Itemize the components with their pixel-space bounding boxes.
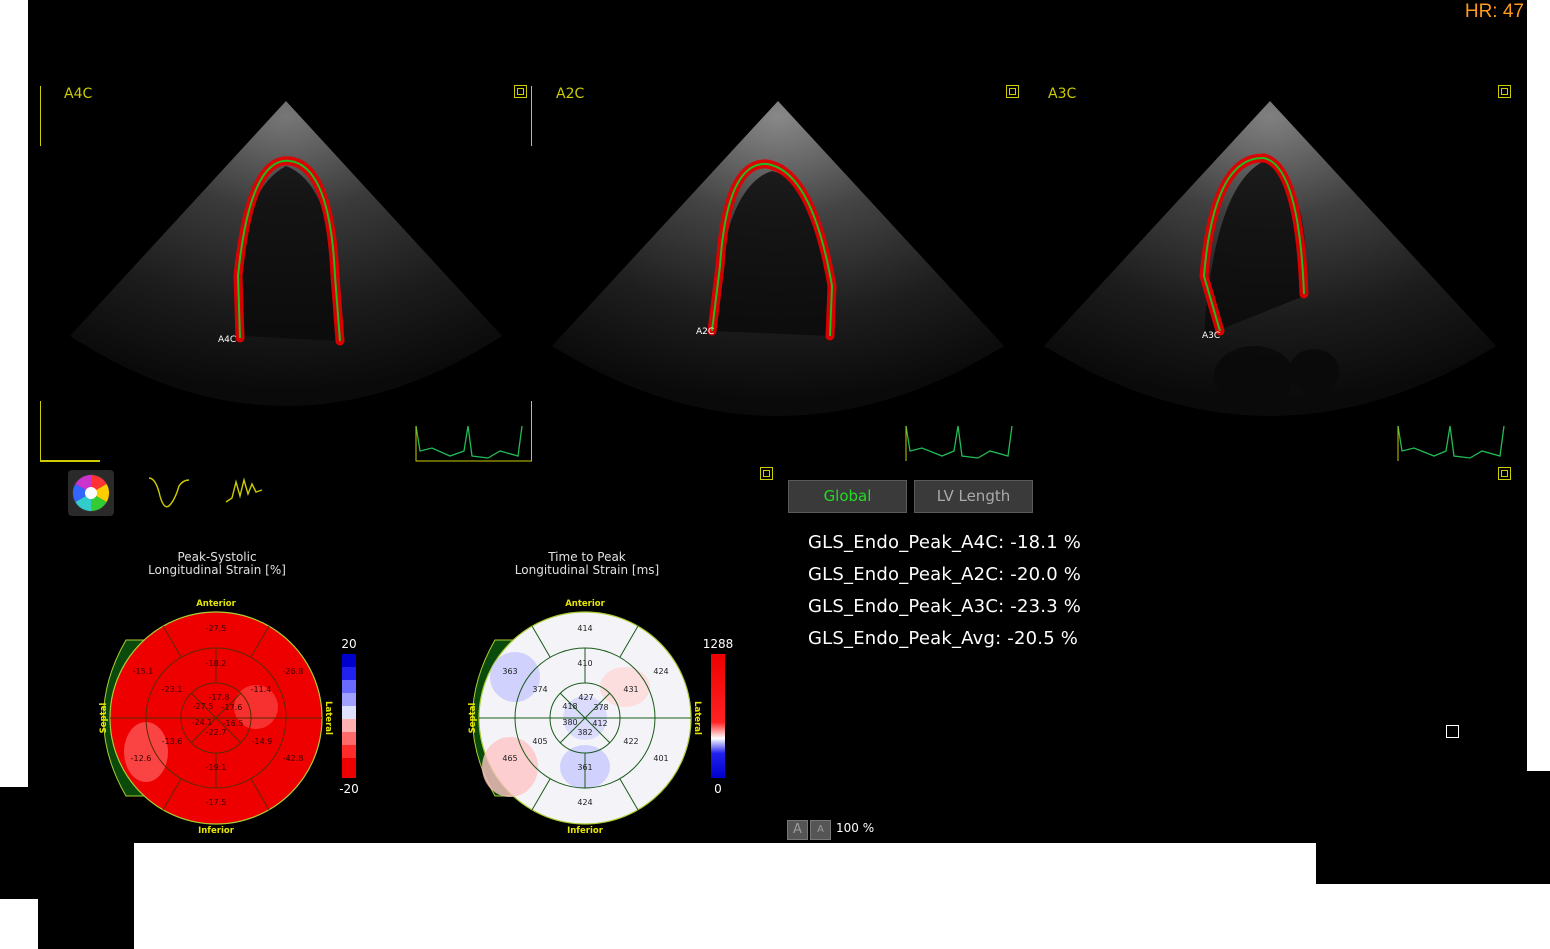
segment-value: -26.8 [283, 667, 304, 676]
septal-label: Septal [468, 703, 478, 734]
view-label: A2C [556, 86, 585, 102]
segment-value: 361 [577, 763, 592, 772]
segment-value: -27.5 [206, 624, 227, 633]
segment-value: -17.8 [209, 693, 230, 702]
segment-value: 418 [562, 702, 577, 711]
viewport-a3c[interactable]: A3C A3C [1024, 76, 1516, 472]
time-color-scale [711, 654, 725, 778]
measurement-a2c: GLS_Endo_Peak_A2C: -20.0 % [808, 564, 1082, 585]
scale-min: -20 [339, 782, 359, 796]
segment-value: 410 [577, 659, 592, 668]
measurement-a3c: GLS_Endo_Peak_A3C: -23.3 % [808, 596, 1082, 617]
maximize-icon[interactable] [514, 85, 527, 98]
view-marker: A4C [218, 335, 236, 345]
segment-value: -24.1 [192, 718, 213, 727]
strain-curve-icon[interactable] [145, 472, 191, 512]
bottom-left-block-2 [38, 843, 134, 949]
view-label: A4C [64, 86, 93, 102]
scale-max: 20 [341, 637, 356, 651]
measurement-a4c: GLS_Endo_Peak_A4C: -18.1 % [808, 532, 1082, 553]
zoom-out-button[interactable]: A [810, 820, 831, 840]
segment-value: -19.1 [206, 763, 227, 772]
viewport-a2c[interactable]: A2C A2C [532, 76, 1024, 472]
bullseye-strain[interactable]: -27.5 -15.1 -26.8 -18.2 -23.1 -11.4 -17.… [86, 592, 376, 842]
echo-image: A3C [1044, 101, 1505, 461]
segment-value: 427 [578, 693, 593, 702]
segment-value: -42.8 [283, 754, 304, 763]
lateral-label: Lateral [323, 701, 333, 735]
segment-value: 378 [593, 703, 608, 712]
scale-min: 0 [714, 782, 722, 796]
segment-value: -14.9 [252, 737, 273, 746]
echo-image: A4C [40, 86, 532, 462]
bullseye-strain-title: Peak-Systolic Longitudinal Strain [%] [148, 550, 286, 577]
zoom-level: 100 % [836, 821, 875, 835]
segment-value: -16.5 [223, 719, 244, 728]
segment-value: -12.6 [131, 754, 152, 763]
segment-value: -13.6 [162, 737, 183, 746]
segment-value: 401 [653, 754, 668, 763]
segment-value: 363 [502, 667, 517, 676]
septal-label: Septal [99, 703, 109, 734]
segment-value: -18.2 [206, 659, 227, 668]
bullseye-time[interactable]: 414 363 424 410 374 431 427 418 378 380 … [455, 592, 745, 842]
maximize-icon[interactable] [760, 467, 773, 480]
tab-global[interactable]: Global [788, 480, 907, 513]
bullseye-time-title: Time to Peak Longitudinal Strain [ms] [514, 550, 660, 577]
segment-value: 405 [532, 737, 547, 746]
inferior-label: Inferior [198, 826, 235, 836]
segment-value: 374 [532, 685, 547, 694]
maximize-icon[interactable] [1498, 85, 1511, 98]
segment-value: -23.1 [162, 685, 183, 694]
segment-value: 424 [653, 667, 668, 676]
lateral-label: Lateral [692, 701, 702, 735]
segment-value: 431 [623, 685, 638, 694]
segment-value: 380 [562, 718, 577, 727]
view-label: A3C [1048, 86, 1077, 102]
measurement-avg: GLS_Endo_Peak_Avg: -20.5 % [808, 628, 1079, 649]
view-marker: A2C [696, 327, 714, 337]
segment-value: -17.6 [222, 703, 243, 712]
view-marker: A3C [1202, 331, 1220, 341]
segment-value: -27.5 [193, 702, 214, 711]
segment-value: 382 [577, 728, 592, 737]
zoom-in-button[interactable]: A [787, 820, 808, 840]
segment-value: 414 [577, 624, 592, 633]
segment-value: 465 [502, 754, 517, 763]
segment-value: -15.1 [133, 667, 154, 676]
heart-rate-readout: HR: 47 [1464, 1, 1524, 22]
echo-image: A2C [552, 101, 1013, 461]
strain-color-scale [342, 654, 356, 778]
segment-value: -22.7 [206, 728, 227, 737]
scale-max: 1288 [703, 637, 734, 651]
maximize-icon[interactable] [1498, 467, 1511, 480]
anterior-label: Anterior [196, 599, 236, 609]
anterior-label: Anterior [565, 599, 605, 609]
segment-value: -17.5 [206, 798, 227, 807]
maximize-icon[interactable] [1006, 85, 1019, 98]
segment-value: 424 [577, 798, 592, 807]
tab-lv-length[interactable]: LV Length [914, 480, 1033, 513]
inferior-label: Inferior [567, 826, 604, 836]
viewport-a4c[interactable]: A4C A4C [40, 76, 532, 472]
small-square-icon[interactable] [1446, 725, 1459, 738]
segment-value: 422 [623, 737, 638, 746]
segment-value: 412 [592, 719, 607, 728]
strain-rate-curve-icon[interactable] [222, 472, 268, 512]
bottom-right-block [1316, 771, 1550, 884]
segment-value: -11.4 [251, 685, 272, 694]
color-wheel-icon[interactable] [68, 470, 114, 516]
